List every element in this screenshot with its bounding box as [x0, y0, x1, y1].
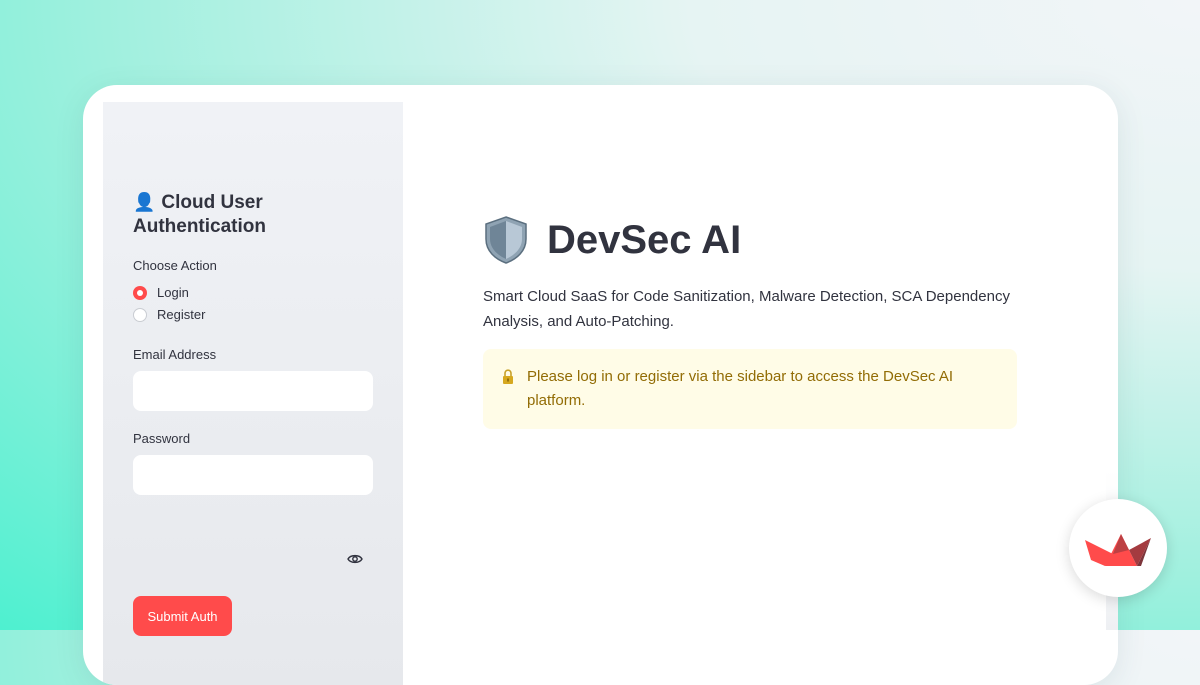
radio-button-unselected[interactable]	[133, 307, 147, 322]
alert-text: Please log in or register via the sideba…	[527, 368, 954, 409]
user-silhouette-icon: 👤	[133, 192, 156, 212]
choose-action-label: Choose Action	[133, 258, 217, 273]
password-label: Password	[133, 431, 191, 446]
page-title: DevSec AI	[483, 215, 741, 265]
streamlit-logo-icon	[1085, 534, 1151, 566]
sidebar-title: 👤 Cloud User Authentication	[133, 190, 373, 239]
sidebar: 👤 Cloud User Authentication Choose Action…	[103, 102, 403, 685]
email-label: Email Address	[133, 347, 217, 362]
lock-icon	[503, 369, 513, 384]
password-input[interactable]	[133, 455, 373, 495]
shield-icon	[485, 216, 527, 264]
page-subtitle: Smart Cloud SaaS for Code Sanitization, …	[483, 288, 1010, 330]
login-required-alert: Please log in or register via the sideba…	[483, 349, 1017, 429]
radio-button-selected[interactable]	[133, 285, 147, 300]
main-content: DevSec AI Smart Cloud SaaS for Code Sani…	[483, 85, 1083, 685]
radio-login[interactable]: Login	[133, 285, 189, 300]
app-window: 👤 Cloud User Authentication Choose Action…	[83, 85, 1118, 685]
streamlit-badge[interactable]	[1069, 499, 1167, 597]
email-input[interactable]	[133, 371, 373, 411]
radio-login-label: Login	[157, 285, 189, 300]
radio-register[interactable]: Register	[133, 307, 205, 322]
page-title-text: DevSec AI	[547, 217, 742, 262]
radio-register-label: Register	[157, 307, 206, 322]
eye-icon[interactable]	[347, 553, 363, 565]
submit-auth-button[interactable]: Submit Auth	[133, 596, 232, 636]
